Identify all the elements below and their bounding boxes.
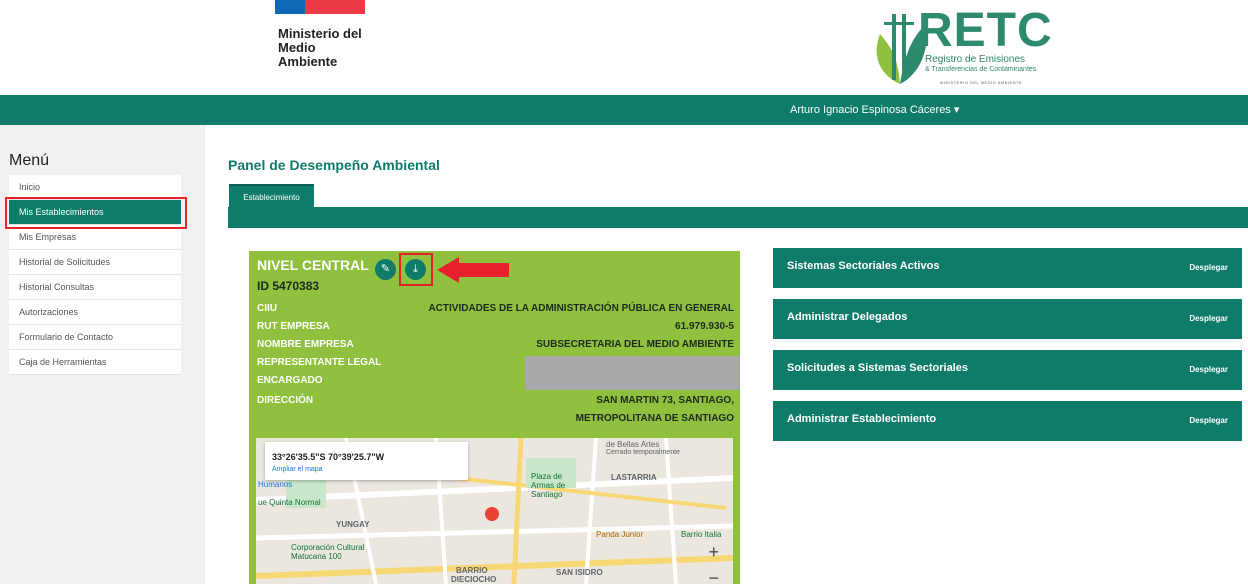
row-value: ACTIVIDADES DE LA ADMINISTRACIÓN PÚBLICA… [428,303,734,314]
ministry-logo[interactable]: Ministerio del Medio Ambiente [278,27,398,69]
accordion-title: Administrar Delegados [787,311,908,323]
sidebar-item-formulario-contacto[interactable]: Formulario de Contacto [9,325,181,350]
edit-button[interactable]: ✎ [375,259,396,280]
expand-toggle[interactable]: Desplegar [1189,314,1228,323]
user-menu-dropdown[interactable]: Arturo Ignacio Espinosa Cáceres ▾ [790,103,959,116]
row-label: ENCARGADO [257,375,323,386]
row-value: SUBSECRETARIA DEL MEDIO AMBIENTE [536,339,734,350]
retc-logo[interactable]: RETC Registro de Emisiones & Transferenc… [870,4,1053,90]
map-zoom-out-button[interactable]: − [708,568,719,584]
map-info-box: 33°26'35.5"S 70°39'25.7"W Ampliar el map… [265,442,468,480]
highlight-box-menu [5,197,187,229]
map-label: de Bellas Artes [606,440,660,449]
pencil-icon: ✎ [380,263,391,275]
sidebar-item-historial-consultas[interactable]: Historial Consultas [9,275,181,300]
ministry-line-3: Ambiente [278,54,338,69]
ministry-line-1: Ministerio del [278,26,362,41]
row-label: REPRESENTANTE LEGAL [257,357,382,368]
establishment-id: ID 5470383 [257,279,320,293]
detail-row-direccion-2: METROPOLITANA DE SANTIAGO [257,413,734,431]
row-label: CIIU [257,303,277,314]
map-label: Barrio Italia [681,530,722,539]
map-label: Panda Junior [596,530,644,539]
gov-stripe-blue [275,0,305,14]
map-label: BARRIO [456,566,488,575]
detail-row-direccion: DIRECCIÓN SAN MARTIN 73, SANTIAGO, [257,395,734,413]
accordion-title: Administrar Establecimiento [787,413,937,425]
retc-subtitle: Registro de Emisiones [925,54,1026,65]
top-bar: Arturo Ignacio Espinosa Cáceres ▾ [0,95,1248,125]
menu-title: Menú [9,152,50,169]
sidebar: Menú Inicio Mis Establecimientos Mis Emp… [0,125,205,584]
map-label: Corporación Cultural [291,543,365,552]
accordion-sistemas-sectoriales[interactable]: Sistemas Sectoriales Activos Desplegar [773,248,1242,288]
map-label: ue Quinta Normal [258,498,321,507]
map-label: Matucana 100 [291,552,342,561]
gov-stripe-red [305,0,365,14]
detail-row-nombre: NOMBRE EMPRESA SUBSECRETARIA DEL MEDIO A… [257,339,734,357]
map-label: Humanos [258,480,293,489]
highlight-box-download [399,253,433,286]
expand-toggle[interactable]: Desplegar [1189,263,1228,272]
map-label: Plaza de [531,472,563,481]
sidebar-item-historial-solicitudes[interactable]: Historial de Solicitudes [9,250,181,275]
expand-toggle[interactable]: Desplegar [1189,416,1228,425]
map-coordinates: 33°26'35.5"S 70°39'25.7"W [272,452,385,462]
row-value: 61.979.930-5 [675,321,734,332]
retc-wordmark: RETC [918,4,1053,57]
enlarge-map-link[interactable]: Ampliar el mapa [272,466,323,473]
map-label: Cerrado temporalmente [606,449,680,456]
map-label: YUNGAY [336,520,370,529]
ministry-line-2: Medio [278,40,316,55]
establishment-card: NIVEL CENTRAL ✎ ⤓ ID 5470383 CIIU ACTIVI… [249,251,740,584]
page-title: Panel de Desempeño Ambiental [228,157,440,173]
accordion-administrar-delegados[interactable]: Administrar Delegados Desplegar [773,299,1242,339]
redacted-box [525,356,739,390]
row-label: RUT EMPRESA [257,321,330,332]
row-value: METROPOLITANA DE SANTIAGO [575,413,734,424]
tab-establecimiento[interactable]: Establecimiento [229,184,314,208]
map-label: LASTARRIA [611,473,657,482]
map-label: Santiago [531,490,563,499]
red-arrow-icon [437,257,509,283]
map-label: SAN ISIDRO [556,568,603,577]
location-map[interactable]: 33°26'35.5"S 70°39'25.7"W Ampliar el map… [256,438,733,584]
row-label: DIRECCIÓN [257,395,314,406]
expand-toggle[interactable]: Desplegar [1189,365,1228,374]
sidebar-item-caja-herramientas[interactable]: Caja de Herramientas [9,350,181,375]
retc-ministry-caption: MINISTERIO DEL MEDIO AMBIENTE [940,80,1023,85]
detail-row-rut: RUT EMPRESA 61.979.930-5 [257,321,734,339]
map-marker-icon [485,507,499,521]
site-header: Ministerio del Medio Ambiente RETC Regis… [0,0,1248,95]
establishment-name: NIVEL CENTRAL [257,257,369,273]
detail-row-ciiu: CIIU ACTIVIDADES DE LA ADMINISTRACIÓN PÚ… [257,303,734,321]
accordion-title: Sistemas Sectoriales Activos [787,260,940,272]
map-label: DIECIOCHO [451,575,497,584]
retc-subtitle-2: & Transferencias de Contaminantes [925,66,1037,73]
gov-stripe [275,0,365,14]
accordion-administrar-establecimiento[interactable]: Administrar Establecimiento Desplegar [773,401,1242,441]
tab-bar [228,207,1248,228]
accordion-solicitudes[interactable]: Solicitudes a Sistemas Sectoriales Despl… [773,350,1242,390]
map-label: Armas de [531,481,566,490]
sidebar-item-autorizaciones[interactable]: Autorizaciones [9,300,181,325]
accordion-title: Solicitudes a Sistemas Sectoriales [787,362,968,374]
map-zoom-in-button[interactable]: + [708,542,719,563]
row-label: NOMBRE EMPRESA [257,339,354,350]
row-value: SAN MARTIN 73, SANTIAGO, [596,395,734,406]
